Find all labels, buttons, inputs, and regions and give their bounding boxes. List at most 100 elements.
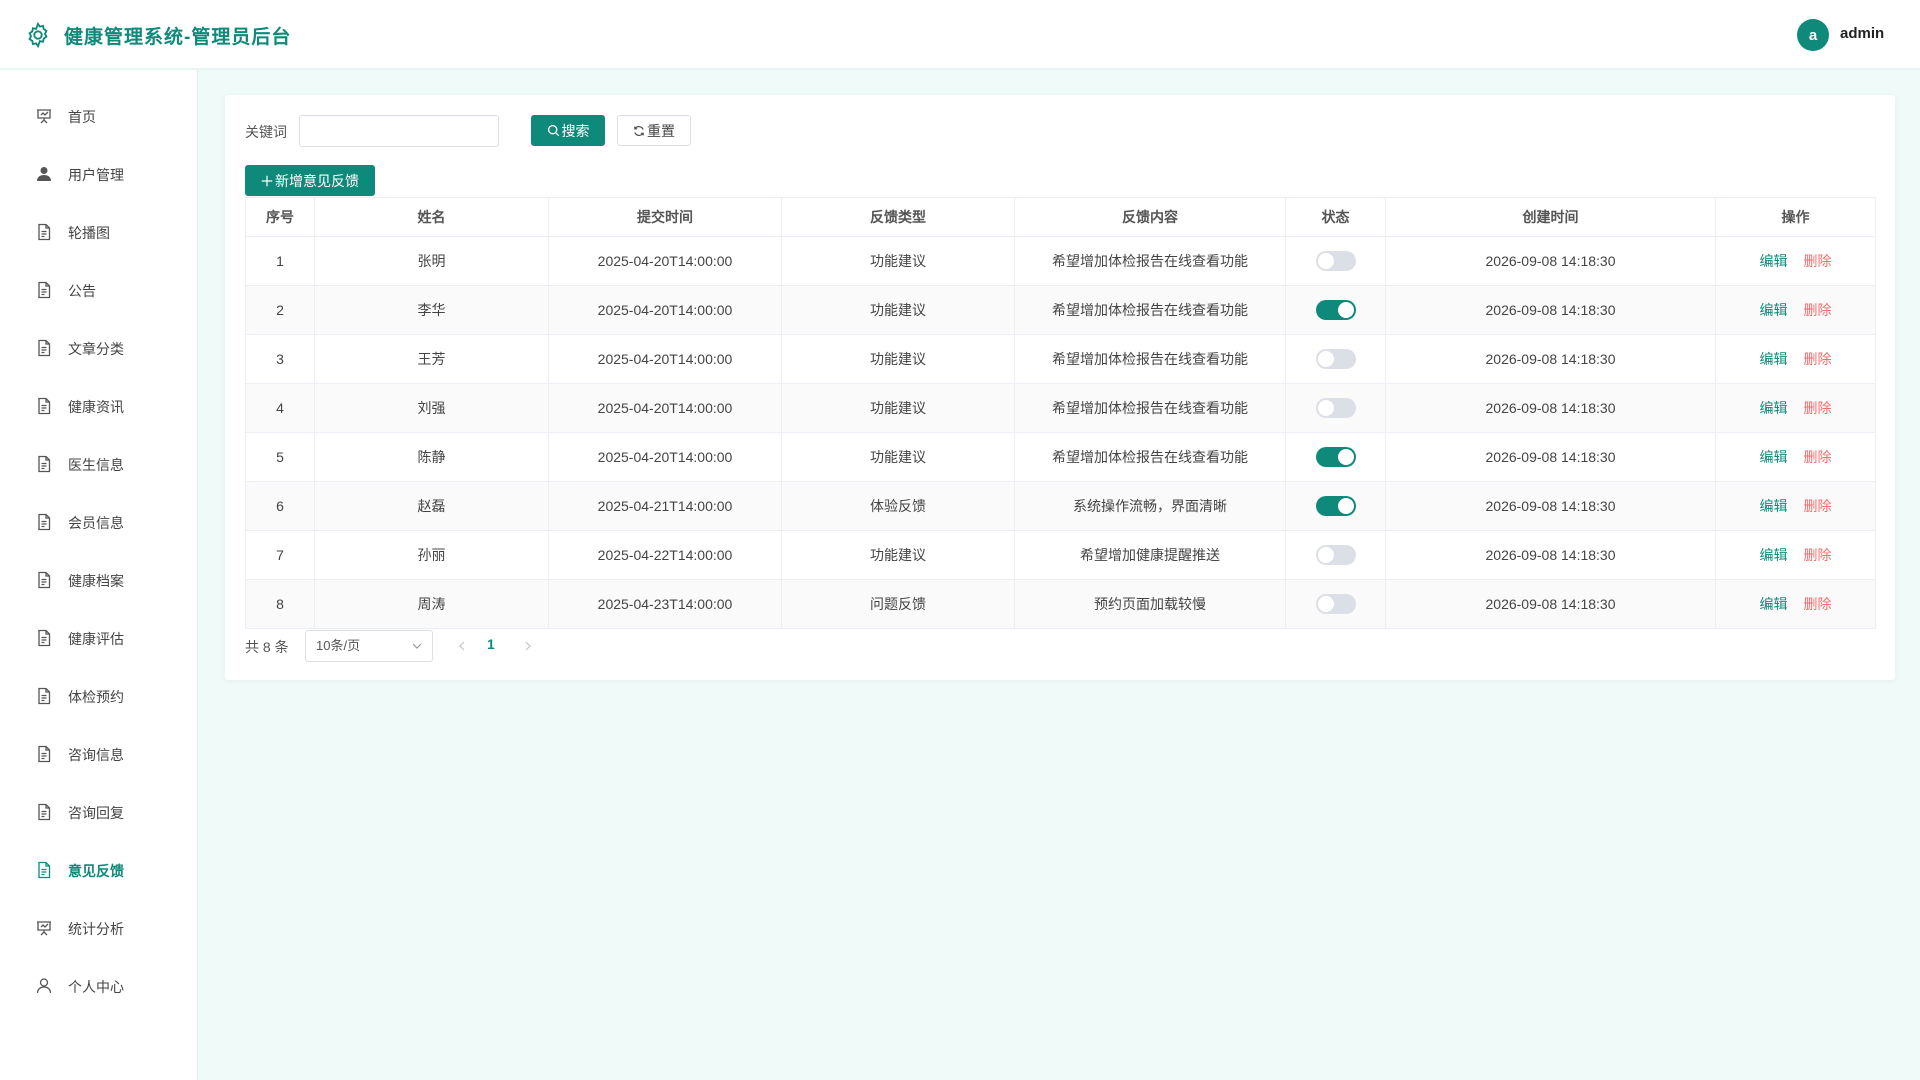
sidebar-item[interactable]: 医生信息: [0, 444, 198, 484]
edit-link[interactable]: 编辑: [1760, 498, 1788, 514]
plus-icon: [261, 175, 273, 186]
sidebar-item[interactable]: 文章分类: [0, 328, 198, 368]
type-cell: 体验反馈: [781, 481, 1015, 531]
document-icon: [35, 397, 53, 415]
table-row: 1 张明 2025-04-20T14:00:00 功能建议 希望增加体检报告在线查看功能…: [245, 236, 1876, 286]
search-icon: [547, 124, 559, 137]
table-row: 3 王芳 2025-04-20T14:00:00 功能建议 希望增加体检报告在线查看功能…: [245, 334, 1876, 384]
add-feedback-button-label: 新增意见反馈: [275, 172, 359, 189]
sidebar-item[interactable]: 首页: [0, 96, 198, 136]
edit-link[interactable]: 编辑: [1760, 547, 1788, 563]
search-button[interactable]: 搜索: [531, 115, 605, 146]
page-number[interactable]: 1: [487, 636, 495, 652]
sidebar-item[interactable]: 健康资讯: [0, 386, 198, 426]
submit-time-cell: 2025-04-20T14:00:00: [548, 383, 782, 433]
status-toggle[interactable]: [1315, 251, 1356, 271]
status-cell: [1285, 334, 1386, 384]
status-cell: [1285, 530, 1386, 580]
status-toggle[interactable]: [1315, 349, 1356, 369]
sidebar-item[interactable]: 体检预约: [0, 676, 198, 716]
document-icon: [35, 339, 53, 357]
name-cell: 陈静: [314, 432, 549, 482]
submit-time-cell: 2025-04-20T14:00:00: [548, 285, 782, 335]
edit-link[interactable]: 编辑: [1760, 449, 1788, 465]
status-cell: [1285, 236, 1386, 286]
sidebar-item[interactable]: 咨询回复: [0, 792, 198, 832]
sidebar-item[interactable]: 健康档案: [0, 560, 198, 600]
name-cell: 张明: [314, 236, 549, 286]
sidebar-item[interactable]: 公告: [0, 270, 198, 310]
table-row: 4 刘强 2025-04-20T14:00:00 功能建议 希望增加体检报告在线查看功能…: [245, 383, 1876, 433]
status-toggle[interactable]: [1315, 496, 1356, 516]
toggle-knob: [1317, 596, 1334, 612]
type-cell: 功能建议: [781, 285, 1015, 335]
edit-link[interactable]: 编辑: [1760, 596, 1788, 612]
delete-link[interactable]: 删除: [1804, 400, 1832, 416]
content-cell: 希望增加体检报告在线查看功能: [1014, 383, 1286, 433]
page-size-value: 10条/页: [316, 638, 361, 653]
submit-time-cell: 2025-04-21T14:00:00: [548, 481, 782, 531]
index-cell: 7: [245, 530, 315, 580]
sidebar-item-label: 咨询回复: [68, 805, 124, 821]
document-icon: [35, 629, 53, 647]
top-header: 健康管理系统-管理员后台 a admin: [0, 0, 1920, 68]
username[interactable]: admin: [1840, 25, 1884, 42]
type-cell: 功能建议: [781, 334, 1015, 384]
delete-link[interactable]: 删除: [1804, 351, 1832, 367]
toggle-knob: [1317, 547, 1334, 563]
created-time-cell: 2026-09-08 14:18:30: [1385, 383, 1716, 433]
toggle-knob: [1337, 302, 1354, 318]
reset-button[interactable]: 重置: [617, 115, 691, 146]
delete-link[interactable]: 删除: [1804, 449, 1832, 465]
document-icon: [35, 281, 53, 299]
created-time-cell: 2026-09-08 14:18:30: [1385, 236, 1716, 286]
sidebar-item[interactable]: 健康评估: [0, 618, 198, 658]
sidebar-item[interactable]: 咨询信息: [0, 734, 198, 774]
sidebar-item[interactable]: 个人中心: [0, 966, 198, 1006]
sidebar-item[interactable]: 统计分析: [0, 908, 198, 948]
sidebar-item[interactable]: 轮播图: [0, 212, 198, 252]
status-toggle[interactable]: [1315, 398, 1356, 418]
sidebar-item[interactable]: 意见反馈: [0, 850, 198, 890]
next-page-button[interactable]: [523, 634, 539, 658]
add-feedback-button[interactable]: 新增意见反馈: [245, 165, 375, 196]
keyword-label: 关键词: [245, 124, 287, 140]
gear-icon: [28, 21, 48, 49]
status-toggle[interactable]: [1315, 447, 1356, 467]
type-cell: 功能建议: [781, 236, 1015, 286]
actions-cell: 编辑 删除: [1715, 579, 1876, 629]
status-toggle[interactable]: [1315, 545, 1356, 565]
sidebar-item-label: 会员信息: [68, 515, 124, 531]
delete-link[interactable]: 删除: [1804, 596, 1832, 612]
sidebar-item[interactable]: 用户管理: [0, 154, 198, 194]
status-toggle[interactable]: [1315, 300, 1356, 320]
delete-link[interactable]: 删除: [1804, 498, 1832, 514]
delete-link[interactable]: 删除: [1804, 302, 1832, 318]
table-row: 2 李华 2025-04-20T14:00:00 功能建议 希望增加体检报告在线查看功能…: [245, 285, 1876, 335]
search-button-label: 搜索: [561, 122, 590, 139]
index-cell: 1: [245, 236, 315, 286]
keyword-input[interactable]: [299, 115, 499, 147]
edit-link[interactable]: 编辑: [1760, 253, 1788, 269]
edit-link[interactable]: 编辑: [1760, 302, 1788, 318]
edit-link[interactable]: 编辑: [1760, 400, 1788, 416]
column-header: 提交时间: [548, 197, 782, 237]
delete-link[interactable]: 删除: [1804, 547, 1832, 563]
avatar[interactable]: a: [1797, 19, 1829, 51]
page-size-select[interactable]: 10条/页: [305, 630, 433, 662]
document-icon: [35, 861, 53, 879]
content-cell: 希望增加体检报告在线查看功能: [1014, 285, 1286, 335]
sidebar-item[interactable]: 会员信息: [0, 502, 198, 542]
prev-page-button[interactable]: [457, 634, 473, 658]
document-icon: [35, 687, 53, 705]
name-cell: 周涛: [314, 579, 549, 629]
created-time-cell: 2026-09-08 14:18:30: [1385, 530, 1716, 580]
edit-link[interactable]: 编辑: [1760, 351, 1788, 367]
name-cell: 孙丽: [314, 530, 549, 580]
sidebar-item-label: 公告: [68, 283, 96, 299]
delete-link[interactable]: 删除: [1804, 253, 1832, 269]
document-icon: [35, 745, 53, 763]
status-toggle[interactable]: [1315, 594, 1356, 614]
sidebar-item-label: 健康资讯: [68, 399, 124, 415]
name-cell: 李华: [314, 285, 549, 335]
